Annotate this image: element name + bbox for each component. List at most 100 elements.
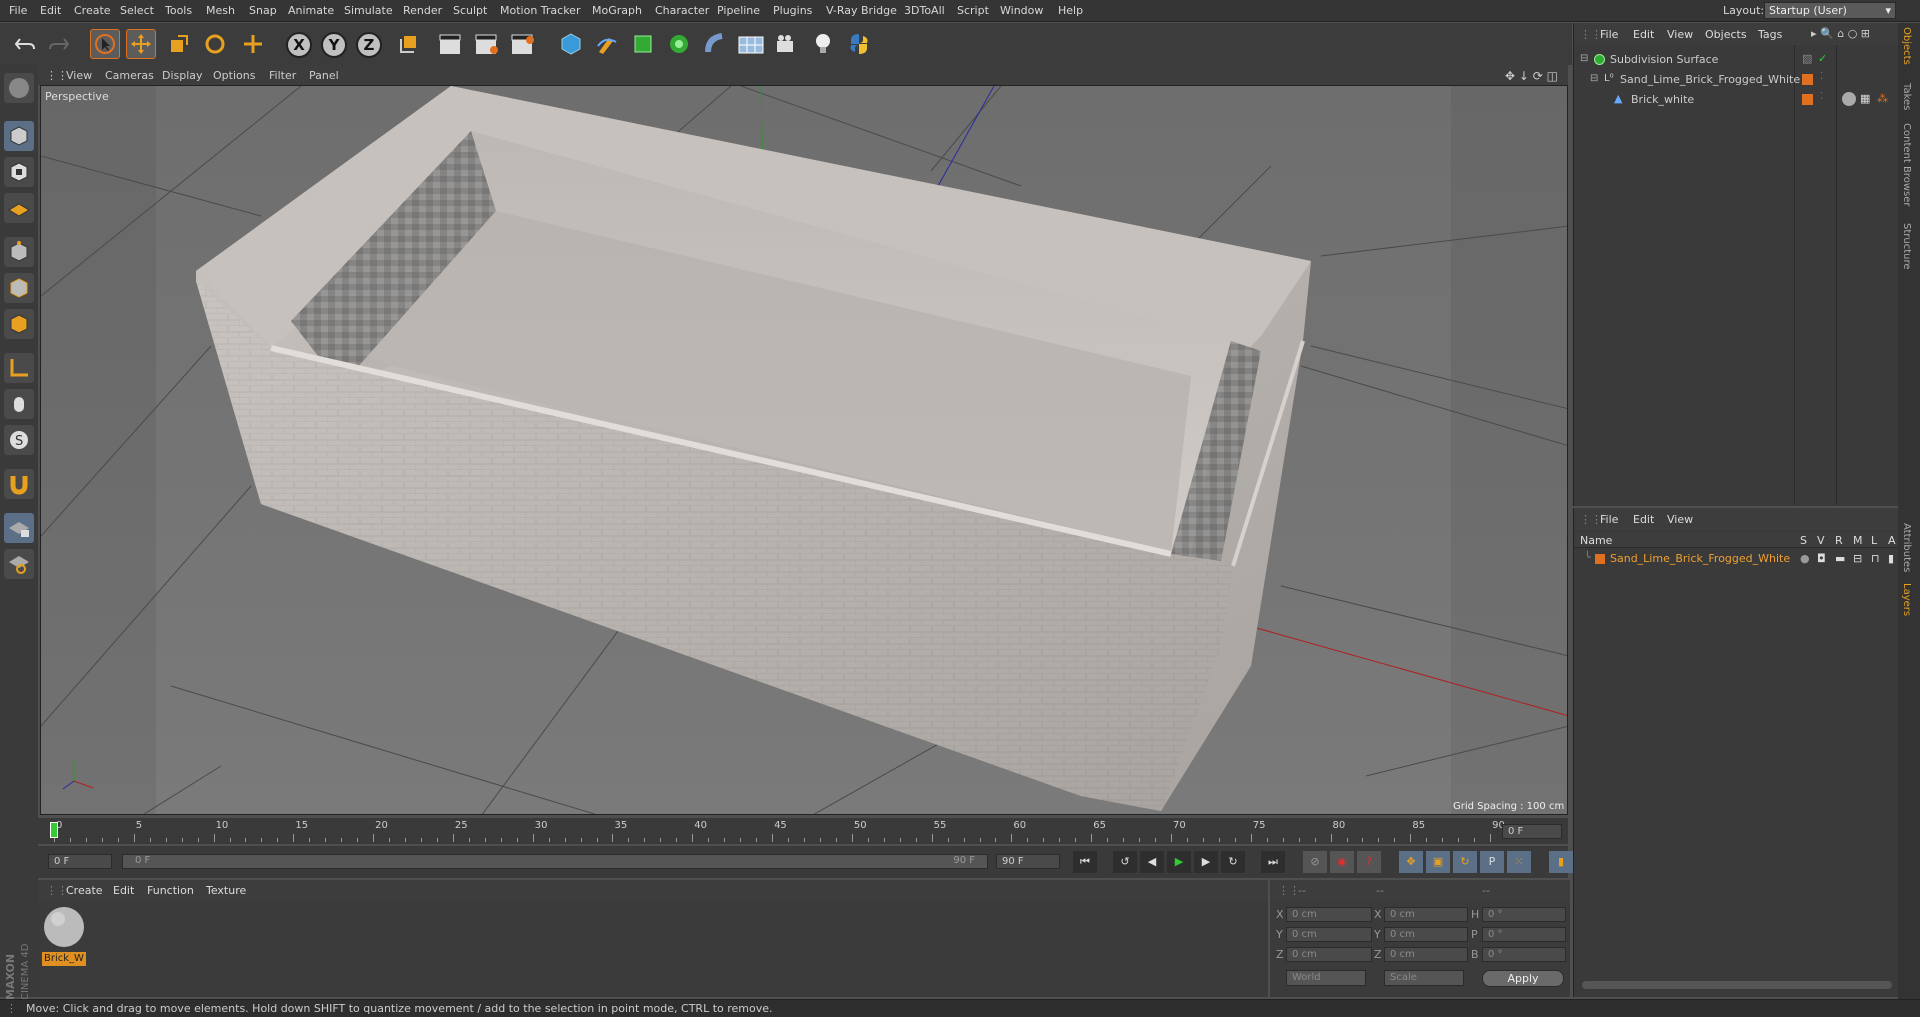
tab-takes[interactable]: Takes — [1901, 83, 1912, 110]
tab-content-browser[interactable]: Content Browser — [1901, 123, 1912, 206]
rotation-h-field[interactable]: 0 ° — [1482, 907, 1566, 922]
viewport-menu-options[interactable]: Options — [213, 69, 255, 82]
lock-workplane-button[interactable] — [4, 513, 34, 543]
menu-character[interactable]: Character — [655, 4, 709, 17]
texture-mode-button[interactable] — [4, 157, 34, 187]
floor-button[interactable] — [736, 29, 766, 59]
render-view-button[interactable] — [436, 29, 466, 59]
render-picture-viewer-button[interactable] — [472, 29, 502, 59]
go-to-previous-key-button[interactable]: ↺ — [1113, 851, 1137, 873]
size-x-field[interactable]: 0 cm — [1384, 907, 1468, 922]
viewport-menu-filter[interactable]: Filter — [269, 69, 296, 82]
menu-pipeline[interactable]: Pipeline — [717, 4, 760, 17]
material-menu-edit[interactable]: Edit — [113, 884, 134, 897]
menu-render[interactable]: Render — [403, 4, 442, 17]
position-y-field[interactable]: 0 cm — [1286, 927, 1372, 942]
menu-sculpt[interactable]: Sculpt — [453, 4, 487, 17]
viewport-nav-icons[interactable]: ✥ ↓ ⟳ ◫ — [1505, 69, 1558, 83]
autokey-button[interactable]: ◉ — [1330, 851, 1354, 873]
texture-tag-icon[interactable]: ⁂ — [1877, 92, 1888, 105]
tab-objects[interactable]: Objects — [1901, 27, 1912, 65]
cube-primitive-button[interactable] — [556, 29, 586, 59]
size-mode-select[interactable]: Scale — [1384, 970, 1464, 986]
lm-menu-file[interactable]: File — [1600, 513, 1618, 526]
current-frame-field[interactable]: 0 F — [1502, 824, 1562, 839]
om-menu-tags[interactable]: Tags — [1758, 28, 1782, 41]
model-mode-button[interactable] — [4, 121, 34, 151]
om-menu-edit[interactable]: Edit — [1633, 28, 1654, 41]
menu-help[interactable]: Help — [1058, 4, 1083, 17]
rotation-p-field[interactable]: 0 ° — [1482, 927, 1566, 942]
start-frame-field[interactable]: 0 F — [48, 854, 112, 869]
coordinate-system-button[interactable] — [393, 29, 423, 59]
layer-row[interactable]: ╰ Sand_Lime_Brick_Frogged_White ● ◘ ▬ ⊟ … — [1574, 551, 1899, 567]
transform-tool-button[interactable] — [238, 29, 268, 59]
perspective-viewport[interactable]: Perspective Grid Spacing : 100 cm — [40, 85, 1568, 815]
subdivision-surface-button[interactable] — [628, 29, 658, 59]
visibility-icon[interactable]: ▨ — [1802, 52, 1812, 65]
go-to-next-key-button[interactable]: ↻ — [1221, 851, 1245, 873]
key-position-button[interactable]: ✥ — [1399, 851, 1423, 873]
solo-icon[interactable]: ● — [1800, 552, 1810, 565]
menu-snap[interactable]: Snap — [249, 4, 277, 17]
magnet-button[interactable] — [4, 469, 34, 499]
go-to-end-button[interactable]: ⏭ — [1261, 851, 1285, 873]
object-row-subdivision-surface[interactable]: ⊟ Subdivision Surface ▨ ✓ — [1574, 51, 1899, 69]
timeline-ruler[interactable]: 0 5 10 15 20 25 30 35 40 45 50 55 60 65 70 75 80 85 90 0 F — [38, 818, 1568, 844]
material-menu-function[interactable]: Function — [147, 884, 194, 897]
expand-icon[interactable]: ⊟ — [1590, 73, 1598, 84]
position-x-field[interactable]: 0 cm — [1286, 907, 1372, 922]
viewport-menu-panel[interactable]: Panel — [309, 69, 339, 82]
menu-mesh[interactable]: Mesh — [206, 4, 235, 17]
enabled-check-icon[interactable]: ✓ — [1818, 52, 1827, 65]
polygons-mode-button[interactable] — [4, 309, 34, 339]
tweak-mode-button[interactable] — [4, 389, 34, 419]
key-parameter-button[interactable]: P — [1480, 851, 1504, 873]
menu-window[interactable]: Window — [1000, 4, 1043, 17]
menu-file[interactable]: File — [9, 4, 27, 17]
preview-range-slider[interactable]: 0 F 90 F — [122, 854, 988, 869]
menu-simulate[interactable]: Simulate — [344, 4, 393, 17]
om-menu-view[interactable]: View — [1667, 28, 1693, 41]
timeline-playhead[interactable] — [50, 822, 58, 838]
animation-icon[interactable]: ▮ — [1888, 552, 1894, 565]
tab-attributes[interactable]: Attributes — [1901, 523, 1912, 572]
python-button[interactable] — [844, 29, 874, 59]
key-scale-button[interactable]: ▣ — [1426, 851, 1450, 873]
menu-3dtoall[interactable]: 3DToAll — [904, 4, 945, 17]
workplane-button[interactable] — [4, 549, 34, 579]
next-frame-button[interactable]: ▶ — [1194, 851, 1218, 873]
visibility-dots-icon[interactable]: ⁚ — [1820, 91, 1823, 102]
make-editable-button[interactable] — [4, 73, 34, 103]
record-keys-button[interactable]: ⊘ — [1303, 851, 1327, 873]
layout-select[interactable]: Startup (User) ▾ — [1764, 2, 1896, 19]
manager-icon[interactable]: ⊟ — [1853, 552, 1862, 565]
tab-layers[interactable]: Layers — [1901, 583, 1912, 616]
cloner-button[interactable] — [664, 29, 694, 59]
menu-script[interactable]: Script — [957, 4, 989, 17]
points-mode-button[interactable] — [4, 237, 34, 267]
menu-vray-bridge[interactable]: V-Ray Bridge — [826, 4, 897, 17]
key-pla-button[interactable]: ⁙ — [1507, 851, 1531, 873]
pen-spline-button[interactable] — [592, 29, 622, 59]
layer-color-icon[interactable] — [1595, 554, 1605, 564]
menu-edit[interactable]: Edit — [40, 4, 61, 17]
undo-button[interactable] — [10, 29, 40, 59]
viewport-menu-cameras[interactable]: Cameras — [105, 69, 154, 82]
play-button[interactable]: ▶ — [1167, 851, 1191, 873]
material-tag-icon[interactable] — [1842, 92, 1856, 106]
redo-button[interactable] — [44, 29, 74, 59]
viewport-menu-view[interactable]: View — [66, 69, 92, 82]
expand-icon[interactable]: ⊟ — [1580, 53, 1588, 64]
menu-animate[interactable]: Animate — [288, 4, 334, 17]
layer-color-icon[interactable] — [1802, 74, 1813, 85]
lm-menu-view[interactable]: View — [1667, 513, 1693, 526]
rotate-tool-button[interactable] — [200, 29, 230, 59]
end-frame-field[interactable]: 90 F — [996, 854, 1060, 869]
menu-create[interactable]: Create — [74, 4, 111, 17]
menu-mograph[interactable]: MoGraph — [592, 4, 642, 17]
keyframe-selection-button[interactable]: ? — [1357, 851, 1381, 873]
render-icon[interactable]: ▬ — [1835, 552, 1845, 565]
visibility-dots-icon[interactable]: ⁚ — [1820, 71, 1823, 82]
viewport-menu-display[interactable]: Display — [162, 69, 203, 82]
